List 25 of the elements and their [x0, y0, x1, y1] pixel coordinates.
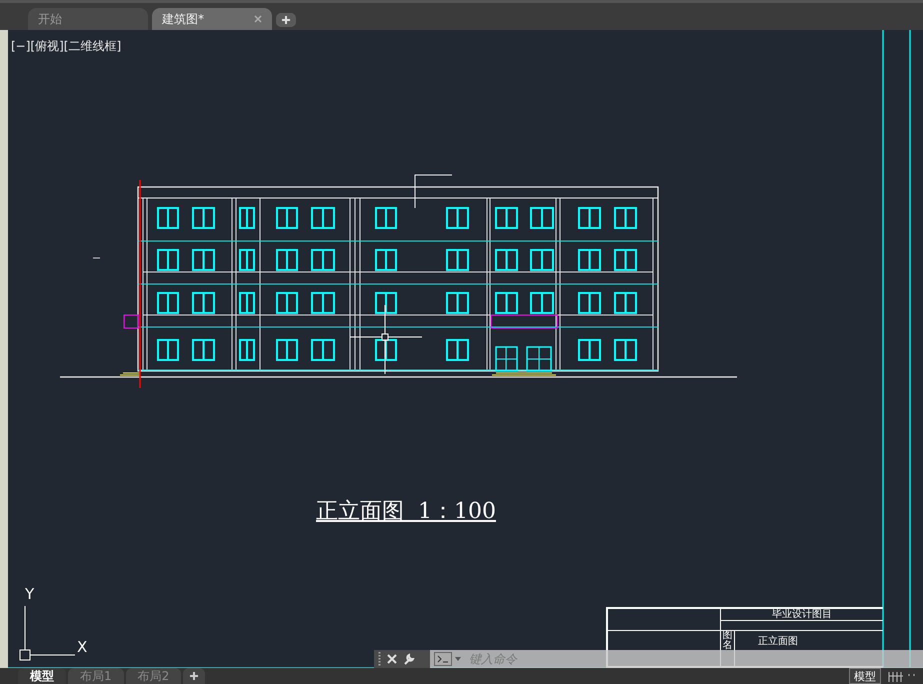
y-axis-label: Y	[25, 585, 34, 603]
layout-tab[interactable]: 布局1	[68, 668, 124, 684]
x-axis-label: X	[77, 638, 88, 656]
title-block-label: 图名	[722, 631, 732, 651]
plus-icon[interactable]	[282, 16, 290, 24]
new-layout-button[interactable]	[183, 668, 206, 684]
layout-tab[interactable]: 模型	[18, 668, 66, 684]
file-tab[interactable]: 建筑图*	[152, 8, 272, 30]
layout-tab[interactable]: 布局2	[126, 668, 182, 684]
plus-icon[interactable]	[190, 672, 198, 680]
crosshair-cursor-icon	[350, 304, 422, 374]
viewport-controls-label[interactable]: [−][俯视][二维线框]	[11, 38, 122, 55]
title-block-header: 毕业设计图目	[720, 609, 883, 621]
command-prompt-icon[interactable]	[434, 652, 452, 666]
model-space-button[interactable]: 模型	[849, 668, 881, 684]
file-tab[interactable]: 开始	[28, 8, 148, 30]
close-button[interactable]	[386, 653, 398, 665]
settings-button[interactable]	[403, 653, 415, 665]
title-block-drawing-name: 正立面图	[758, 636, 798, 647]
grid-icon[interactable]	[887, 670, 917, 682]
ucs-axes-icon	[20, 606, 76, 660]
drawing-title: 正立面图 1：100	[316, 498, 496, 526]
new-tab-button[interactable]	[276, 13, 296, 27]
caret-icon[interactable]	[455, 657, 461, 661]
grip-icon[interactable]	[378, 651, 381, 667]
